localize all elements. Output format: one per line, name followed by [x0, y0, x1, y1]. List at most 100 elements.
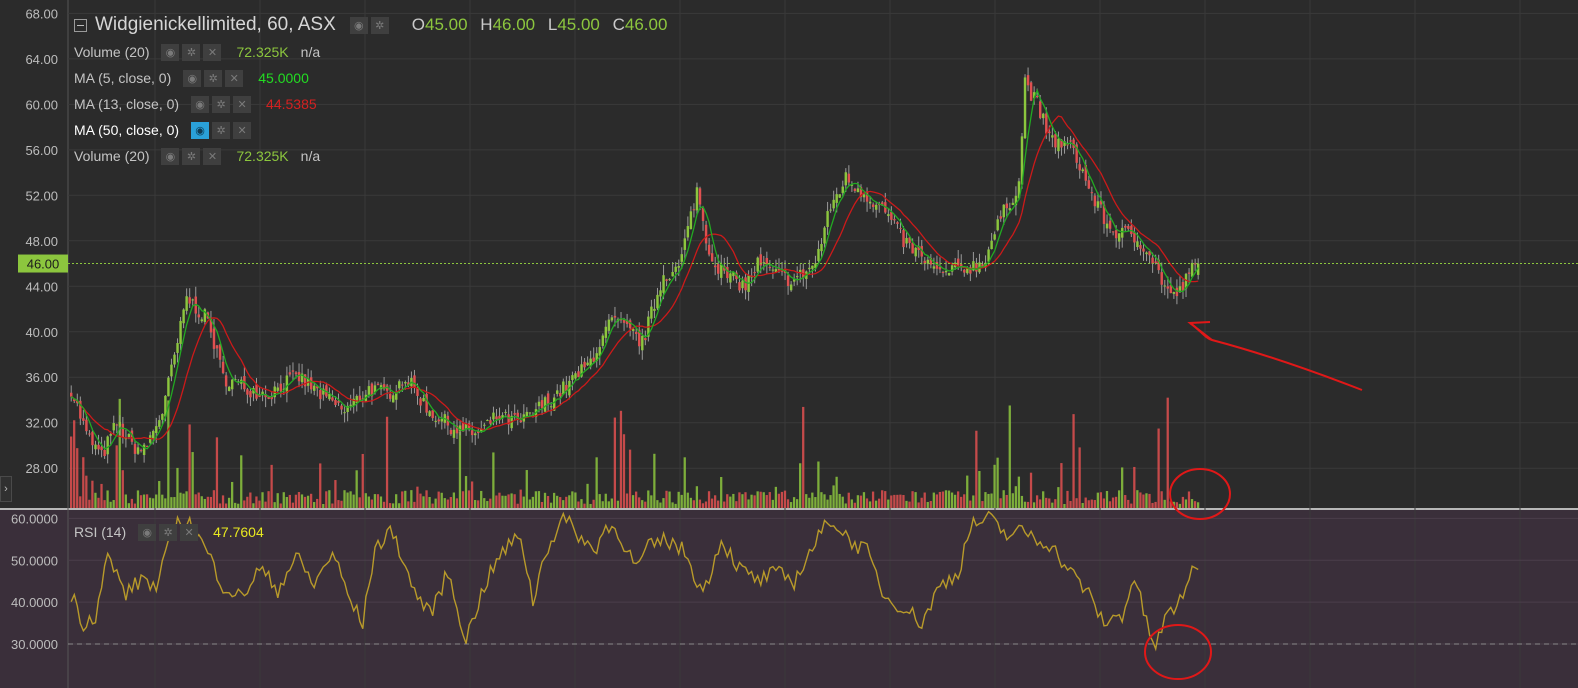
volume-bar	[1090, 499, 1093, 508]
gear-icon[interactable]: ✲	[182, 43, 201, 61]
indicator-row-ma50[interactable]: MA (50, close, 0) ◉ ✲ ✕	[74, 120, 266, 140]
candle-body	[941, 271, 945, 273]
volume-bar	[941, 491, 945, 508]
candle-body	[486, 420, 489, 422]
candle-body	[689, 211, 693, 230]
volume-bar	[334, 480, 337, 508]
volume-bar	[370, 499, 374, 508]
candle-body	[1081, 169, 1084, 172]
volume-bar	[1017, 476, 1021, 508]
candle-body	[744, 277, 747, 291]
volume-bar	[1051, 502, 1054, 508]
volume-bar	[1054, 499, 1057, 508]
indicator-row-volume-1[interactable]: Volume (20) ◉ ✲ ✕ 72.325K n/a	[74, 42, 320, 62]
volume-bar	[874, 500, 878, 508]
volume-bar	[720, 476, 723, 508]
close-icon[interactable]: ✕	[203, 147, 222, 165]
volume-bar	[103, 500, 106, 508]
candle-body	[97, 444, 100, 450]
indicator-row-ma13[interactable]: MA (13, close, 0) ◉ ✲ ✕ 44.5385	[74, 94, 329, 114]
volume-bar	[1066, 490, 1069, 508]
low-value: 45.00	[557, 15, 600, 34]
candle-body	[452, 429, 456, 438]
candle-body	[592, 357, 595, 362]
close-icon[interactable]: ✕	[225, 69, 244, 87]
candle-body	[470, 430, 474, 436]
rsi-tick-label: 60.0000	[11, 511, 58, 526]
indicator-name: MA (13, close, 0)	[74, 96, 180, 112]
eye-icon[interactable]: ◉	[349, 16, 368, 34]
eye-icon[interactable]: ◉	[191, 95, 210, 113]
volume-bar	[717, 500, 720, 508]
volume-bar	[234, 502, 237, 508]
gear-icon[interactable]: ✲	[159, 523, 178, 541]
eye-icon[interactable]: ◉	[161, 147, 180, 165]
candle-body	[152, 431, 155, 439]
eye-icon[interactable]: ◉	[183, 69, 202, 87]
gear-icon[interactable]: ✲	[182, 147, 201, 165]
candle-body	[562, 381, 565, 395]
candle-body	[85, 419, 88, 432]
candle-body	[1154, 261, 1157, 263]
candle-body	[1181, 282, 1185, 291]
candle-body	[811, 265, 814, 269]
candle-body	[768, 267, 772, 269]
volume-bar	[738, 492, 741, 508]
volume-bar	[780, 491, 784, 508]
candle-body	[285, 375, 289, 394]
ohlc-readout: O45.00 H46.00 L45.00 C46.00	[404, 15, 668, 35]
gear-icon[interactable]: ✲	[212, 121, 231, 139]
eye-icon[interactable]: ◉	[138, 523, 157, 541]
volume-bar	[975, 430, 978, 508]
candle-body	[1048, 131, 1051, 134]
volume-bar	[641, 500, 644, 508]
candle-body	[1142, 248, 1145, 252]
candle-body	[905, 237, 908, 244]
volume-bar	[495, 495, 498, 508]
candle-body	[288, 372, 292, 375]
close-icon[interactable]: ✕	[233, 121, 252, 139]
volume-bar	[966, 475, 969, 508]
gear-icon[interactable]: ✲	[370, 16, 389, 34]
indicator-name: Volume (20)	[74, 148, 150, 164]
close-icon[interactable]: ✕	[233, 95, 252, 113]
volume-bar	[647, 490, 650, 508]
price-tick-label: 68.00	[25, 6, 58, 21]
candle-body	[583, 361, 586, 368]
gear-icon[interactable]: ✲	[212, 95, 231, 113]
volume-bar	[449, 497, 452, 508]
volume-bar	[540, 501, 544, 508]
close-icon[interactable]: ✕	[203, 43, 222, 61]
candle-body	[999, 216, 1002, 219]
candle-body	[650, 306, 653, 319]
volume-bar	[179, 492, 182, 508]
candle-body	[826, 211, 829, 227]
collapse-icon[interactable]	[74, 18, 87, 32]
open-label: O	[411, 15, 426, 34]
chevron-right-icon[interactable]: ›	[0, 476, 12, 502]
volume-bar	[437, 491, 440, 508]
candle-body	[82, 418, 85, 421]
indicator-value: 72.325K	[236, 148, 289, 164]
eye-icon[interactable]: ◉	[191, 121, 210, 139]
volume-bar	[580, 499, 583, 508]
volume-bar	[1151, 502, 1154, 508]
gear-icon[interactable]: ✲	[204, 69, 223, 87]
volume-bar	[355, 470, 358, 508]
volume-bar	[543, 492, 547, 508]
volume-bar	[823, 494, 826, 508]
candle-body	[398, 381, 401, 389]
volume-bar	[443, 498, 446, 508]
candle-body	[200, 319, 204, 322]
volume-bar	[689, 497, 692, 508]
volume-bar	[322, 503, 325, 508]
volume-bar	[279, 503, 282, 508]
volume-bar	[452, 492, 456, 508]
eye-icon[interactable]: ◉	[161, 43, 180, 61]
indicator-row-rsi[interactable]: RSI (14) ◉ ✲ ✕ 47.7604	[74, 522, 276, 542]
close-icon[interactable]: ✕	[180, 523, 199, 541]
volume-bar	[200, 496, 203, 508]
indicator-row-ma5[interactable]: MA (5, close, 0) ◉ ✲ ✕ 45.0000	[74, 68, 321, 88]
indicator-row-volume-2[interactable]: Volume (20) ◉ ✲ ✕ 72.325K n/a	[74, 146, 320, 166]
volume-bar	[701, 503, 705, 508]
